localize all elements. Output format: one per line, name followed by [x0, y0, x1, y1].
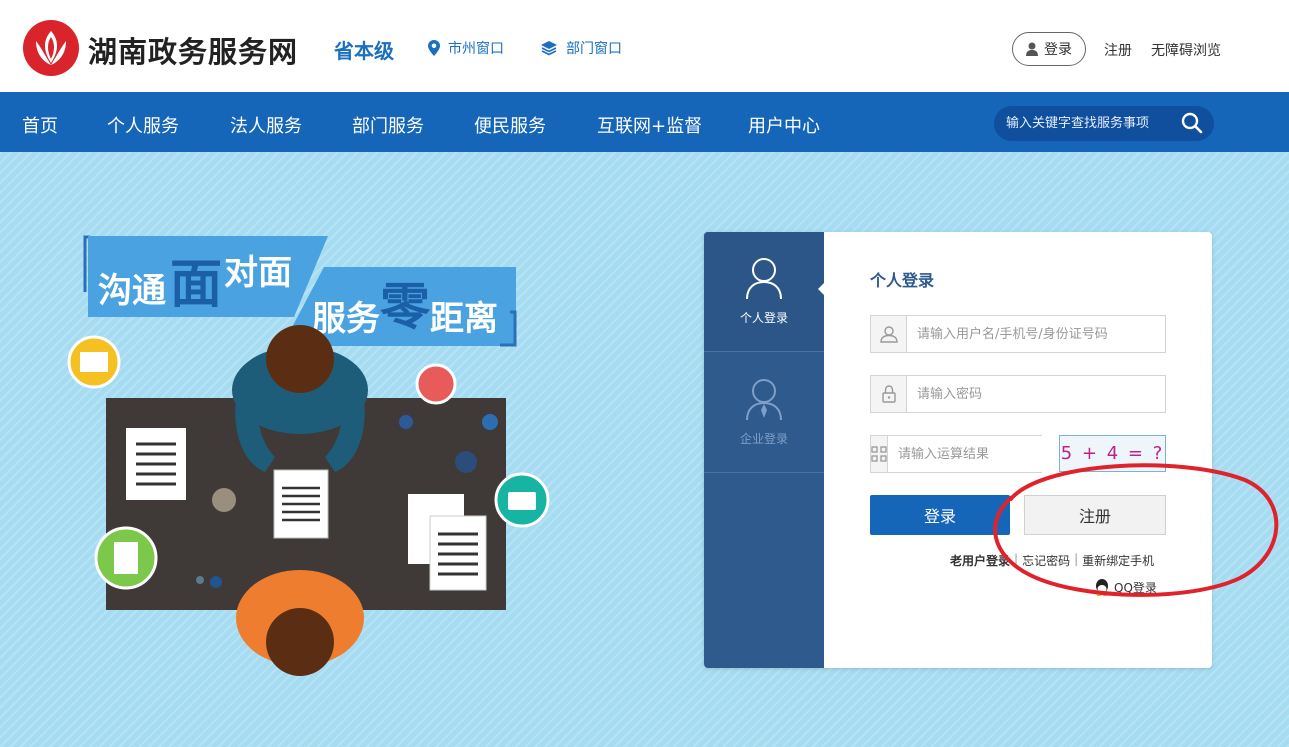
- site-header: 湖南政务服务网 省本级 市州窗口 部门窗口 登录 注册 无障碍浏览: [0, 0, 1289, 92]
- captcha-image[interactable]: 5 + 4 = ?: [1059, 435, 1166, 472]
- team-icon: [415, 363, 457, 405]
- dept-window-label: 部门窗口: [566, 41, 622, 57]
- password-input[interactable]: [907, 376, 1165, 412]
- accessible-browse-link[interactable]: 无障碍浏览: [1151, 40, 1221, 60]
- person-bottom-head: [266, 608, 334, 676]
- nav-personal-services[interactable]: 个人服务: [107, 112, 179, 138]
- banner-text-2b: 零: [380, 278, 431, 336]
- banner-text-2c: 距离: [430, 299, 498, 339]
- link-separator: |: [1074, 552, 1079, 566]
- nav-convenience-services[interactable]: 便民服务: [474, 112, 546, 138]
- forgot-password-link[interactable]: 忘记密码: [1022, 552, 1070, 569]
- main-content: 沟通 面 对面 服务 零 距离 个人登录 企业登录 个人登录 请输入用户名/手机…: [0, 152, 1289, 747]
- site-logo[interactable]: [22, 19, 80, 77]
- username-field: [870, 315, 1166, 353]
- person-top-head: [266, 325, 334, 393]
- main-nav: 首页 个人服务 法人服务 部门服务 便民服务 互联网+监督 用户中心: [0, 92, 1289, 152]
- login-card: 个人登录 企业登录 个人登录 请输入用户名/手机号/身份证号码 请输入运算结果 …: [704, 232, 1212, 668]
- qq-login-label: QQ登录: [1114, 580, 1157, 595]
- tab-enterprise-label: 企业登录: [739, 432, 788, 446]
- search-box: [994, 106, 1214, 141]
- old-user-login-link[interactable]: 老用户登录: [950, 552, 1010, 569]
- rebind-phone-link[interactable]: 重新绑定手机: [1082, 552, 1154, 569]
- password-field-icon: [871, 376, 907, 412]
- username-input[interactable]: [907, 316, 1165, 352]
- banner-text-1a: 沟通: [98, 271, 166, 311]
- person-icon: [746, 258, 782, 300]
- user-outline-icon: [879, 326, 898, 343]
- city-window-link[interactable]: 市州窗口: [428, 38, 504, 58]
- register-button[interactable]: 注册: [1024, 495, 1166, 535]
- lock-icon: [881, 385, 896, 403]
- search-input[interactable]: [1006, 116, 1166, 131]
- password-field: [870, 375, 1166, 413]
- tab-personal-label: 个人登录: [739, 311, 788, 325]
- city-window-label: 市州窗口: [448, 41, 504, 57]
- login-button[interactable]: 登录: [870, 495, 1010, 535]
- layers-icon: [541, 41, 557, 56]
- banner-illustration: 沟通 面 对面 服务 零 距离: [67, 235, 550, 676]
- enterprise-person-icon: [746, 379, 782, 421]
- login-form-title: 个人登录: [870, 271, 935, 290]
- captcha-field: [870, 435, 1068, 473]
- nav-internet-supervision[interactable]: 互联网+监督: [597, 112, 702, 138]
- login-tabs: 个人登录 企业登录: [704, 232, 825, 668]
- header-register-link[interactable]: 注册: [1104, 40, 1132, 60]
- banner-text-2a: 服务: [312, 299, 380, 339]
- user-icon: [1026, 42, 1038, 56]
- banner-text-1b: 面: [170, 255, 222, 315]
- tab-enterprise-login[interactable]: 企业登录: [704, 353, 824, 473]
- search-icon[interactable]: [1180, 111, 1204, 135]
- qq-icon: [1096, 579, 1108, 596]
- site-name[interactable]: 湖南政务服务网: [88, 29, 298, 71]
- captcha-input[interactable]: [888, 436, 1068, 472]
- header-login-button[interactable]: 登录: [1012, 32, 1086, 66]
- level-label[interactable]: 省本级: [334, 35, 394, 64]
- puzzle-icon: [871, 446, 887, 462]
- nav-department-services[interactable]: 部门服务: [352, 112, 424, 138]
- location-pin-icon: [428, 40, 440, 56]
- dept-window-link[interactable]: 部门窗口: [540, 38, 622, 58]
- login-links: 老用户登录 | 忘记密码 | 重新绑定手机: [950, 552, 1154, 569]
- captcha-field-icon: [871, 436, 888, 472]
- nav-user-center[interactable]: 用户中心: [748, 112, 820, 138]
- header-login-label: 登录: [1044, 42, 1072, 58]
- banner-text-1c: 对面: [224, 253, 292, 293]
- link-separator: |: [1014, 552, 1019, 566]
- tab-personal-login[interactable]: 个人登录: [704, 232, 825, 352]
- user-field-icon: [871, 316, 907, 352]
- nav-legal-services[interactable]: 法人服务: [230, 112, 302, 138]
- active-tab-arrow: [818, 282, 825, 296]
- nav-home[interactable]: 首页: [22, 112, 58, 138]
- qq-login-link[interactable]: QQ登录: [1094, 578, 1157, 596]
